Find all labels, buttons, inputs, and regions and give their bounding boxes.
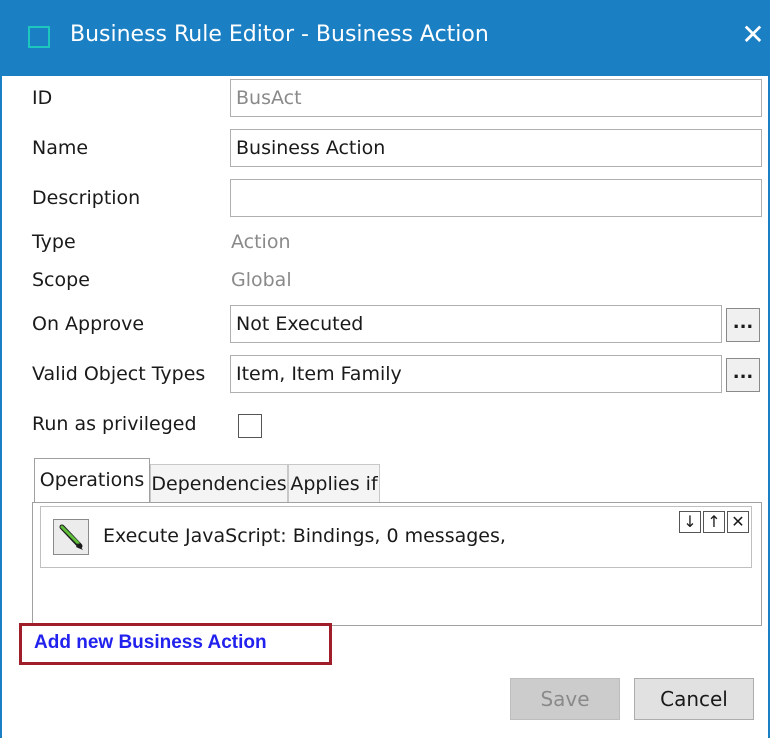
edit-script-icon[interactable] xyxy=(53,519,89,555)
title-bar[interactable]: Business Rule Editor - Business Action ✕ xyxy=(2,0,770,76)
scope-value: Global xyxy=(231,269,292,291)
id-label: ID xyxy=(32,87,53,109)
description-label: Description xyxy=(32,187,141,209)
description-field[interactable] xyxy=(230,179,762,217)
run-as-privileged-label: Run as privileged xyxy=(32,413,197,435)
on-approve-browse-button[interactable]: ... xyxy=(726,308,760,342)
tab-dependencies[interactable]: Dependencies xyxy=(150,464,288,502)
add-new-business-action-link[interactable]: Add new Business Action xyxy=(34,632,267,654)
remove-icon[interactable]: ✕ xyxy=(727,511,749,533)
cancel-button[interactable]: Cancel xyxy=(634,678,754,720)
type-value: Action xyxy=(231,231,291,253)
id-field[interactable]: BusAct xyxy=(230,79,762,117)
add-link-highlight: Add new Business Action xyxy=(19,623,332,665)
business-rule-editor-dialog: Business Rule Editor - Business Action ✕… xyxy=(0,0,770,738)
save-button[interactable]: Save xyxy=(510,678,620,720)
type-label: Type xyxy=(32,231,76,253)
scope-label: Scope xyxy=(32,269,90,291)
operation-text: Execute JavaScript: Bindings, 0 messages… xyxy=(103,525,506,547)
close-icon[interactable]: ✕ xyxy=(738,20,768,50)
run-as-privileged-checkbox[interactable] xyxy=(238,414,262,438)
move-up-icon[interactable]: ↑ xyxy=(703,511,725,533)
valid-object-types-field[interactable]: Item, Item Family xyxy=(230,355,722,393)
operation-row[interactable]: Execute JavaScript: Bindings, 0 messages… xyxy=(40,506,752,568)
name-field[interactable]: Business Action xyxy=(230,129,762,167)
on-approve-field[interactable]: Not Executed xyxy=(230,305,722,343)
tab-operations[interactable]: Operations xyxy=(34,458,150,502)
move-down-icon[interactable]: ↓ xyxy=(679,511,701,533)
window-title: Business Rule Editor - Business Action xyxy=(70,22,489,47)
valid-object-types-browse-button[interactable]: ... xyxy=(726,358,760,392)
valid-object-types-label: Valid Object Types xyxy=(32,363,206,385)
name-label: Name xyxy=(32,137,89,159)
tab-applies-if[interactable]: Applies if xyxy=(288,464,380,502)
on-approve-label: On Approve xyxy=(32,313,145,335)
window-app-icon xyxy=(28,26,50,48)
